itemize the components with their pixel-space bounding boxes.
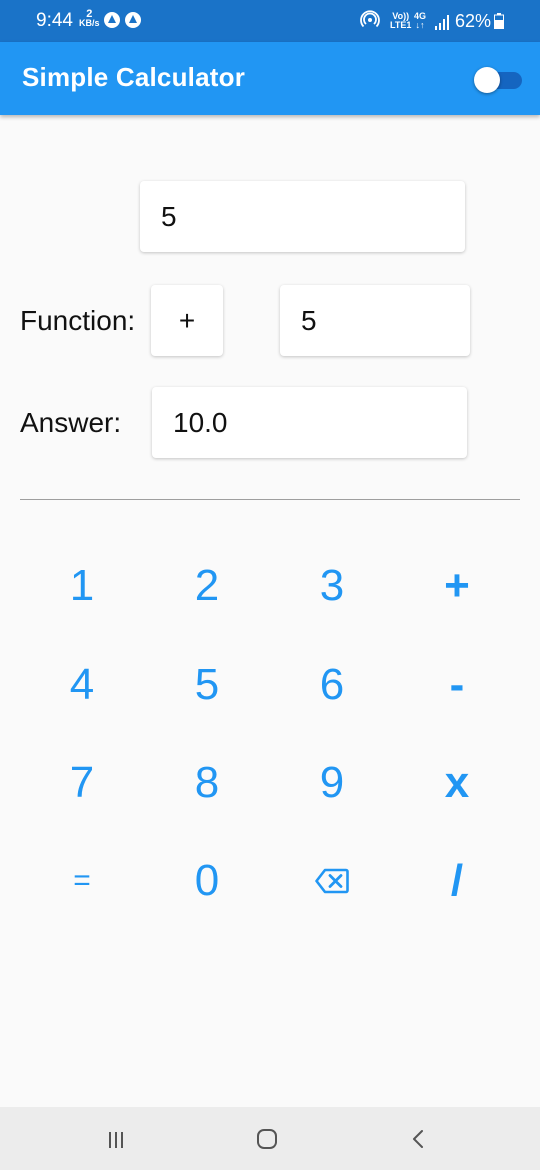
navigation-bar <box>0 1107 540 1170</box>
key-divide[interactable]: / <box>417 846 497 916</box>
network-speed: 2 KB/s <box>79 9 100 28</box>
status-bar: 9:44 2 KB/s Vo)) LTE1 4G ↓↑ 62% <box>0 0 540 42</box>
key-add[interactable]: + <box>417 551 497 621</box>
network-speed-unit: KB/s <box>79 18 100 28</box>
key-0[interactable]: 0 <box>167 846 247 916</box>
key-multiply[interactable]: x <box>417 748 497 818</box>
key-5[interactable]: 5 <box>167 650 247 720</box>
key-equals[interactable]: = <box>42 846 122 916</box>
key-backspace[interactable] <box>292 846 372 916</box>
theme-toggle-switch[interactable] <box>474 66 524 94</box>
key-8[interactable]: 8 <box>167 748 247 818</box>
recent-apps-icon[interactable] <box>107 1131 125 1149</box>
toggle-thumb <box>474 67 500 93</box>
key-4[interactable]: 4 <box>42 650 122 720</box>
operator-field[interactable]: + <box>151 285 223 356</box>
key-subtract[interactable]: - <box>417 650 497 720</box>
back-icon[interactable] <box>410 1129 428 1149</box>
volte-indicator: Vo)) LTE1 <box>390 12 411 30</box>
answer-label: Answer: <box>20 407 122 438</box>
answer-field: 10.0 <box>152 387 467 458</box>
key-2[interactable]: 2 <box>167 551 247 621</box>
key-3[interactable]: 3 <box>292 551 372 621</box>
key-7[interactable]: 7 <box>42 748 122 818</box>
key-6[interactable]: 6 <box>292 650 372 720</box>
notification-icon <box>104 12 120 28</box>
app-title: Simple Calculator <box>22 62 246 92</box>
hotspot-icon <box>360 10 380 28</box>
first-number-input[interactable]: 5 <box>140 181 465 252</box>
signal-icon <box>435 15 449 30</box>
divider <box>20 499 520 500</box>
app-bar: Simple Calculator <box>0 42 540 115</box>
battery-icon <box>494 13 504 29</box>
volte-bottom-text: LTE1 <box>390 20 412 30</box>
status-time: 9:44 <box>36 10 73 31</box>
network-type-indicator: 4G ↓↑ <box>414 12 426 30</box>
notification-icon <box>125 12 141 28</box>
key-9[interactable]: 9 <box>292 748 372 818</box>
function-label: Function: <box>20 305 136 336</box>
network-activity-text: ↓↑ <box>415 20 425 30</box>
backspace-icon <box>315 868 349 894</box>
battery-percentage: 62% <box>455 11 492 31</box>
key-1[interactable]: 1 <box>42 551 122 621</box>
home-icon[interactable] <box>257 1129 277 1149</box>
second-number-input[interactable]: 5 <box>280 285 470 356</box>
